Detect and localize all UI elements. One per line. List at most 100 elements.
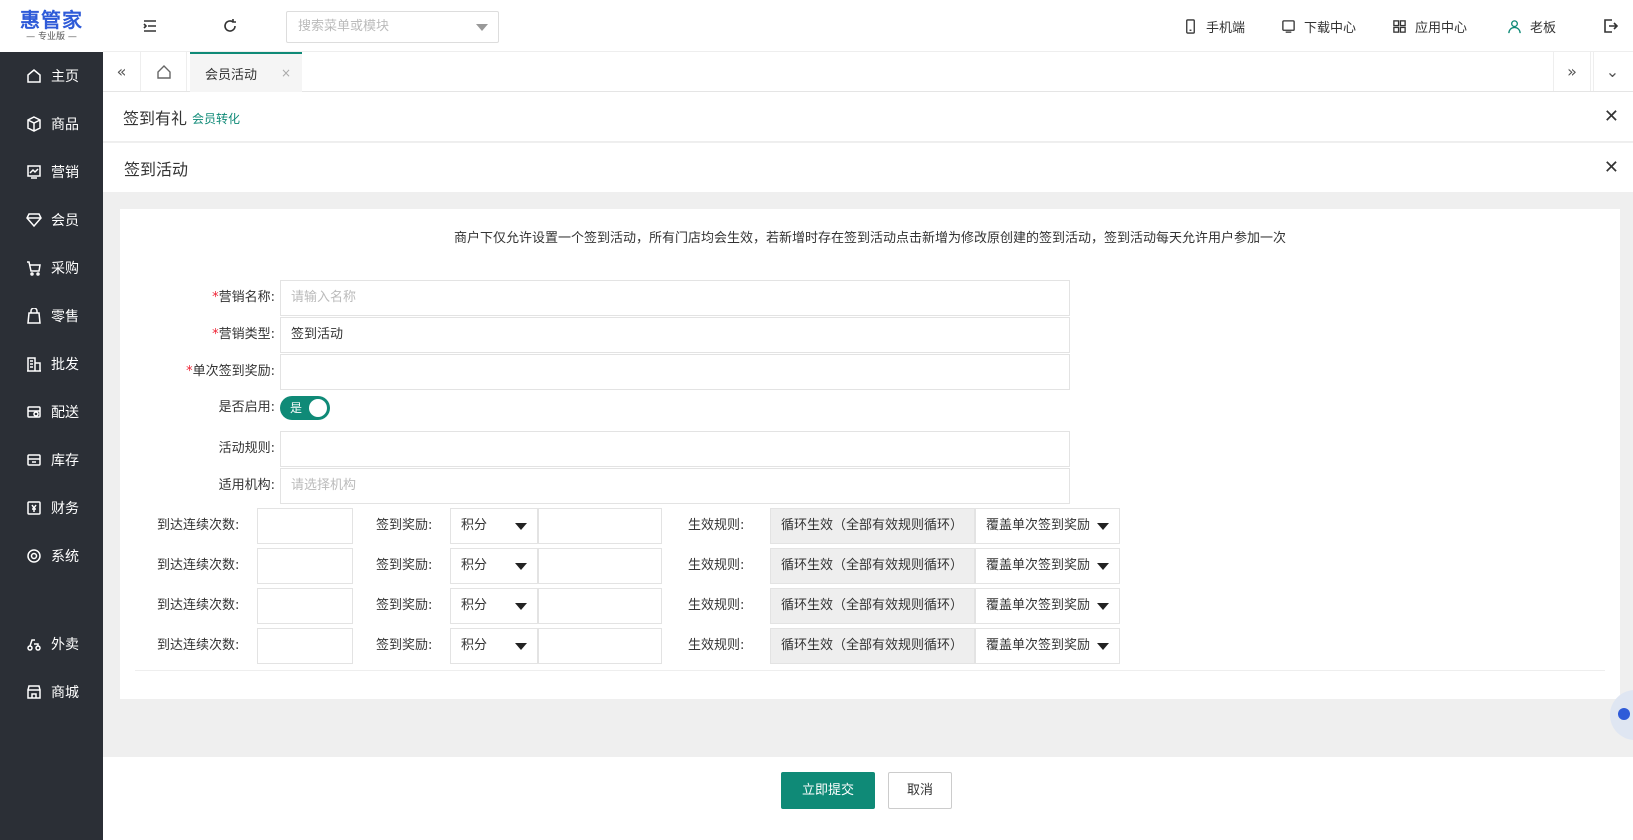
brand-edition: — 专业版 — [26,32,77,42]
close-icon[interactable]: ✕ [1604,157,1619,178]
form-card: 商户下仅允许设置一个签到活动，所有门店均会生效，若新增时存在签到活动点击新增为修… [120,209,1620,699]
sidebar-item-system[interactable]: 系统 [0,532,103,580]
submit-button[interactable]: 立即提交 [781,772,875,809]
user-menu[interactable]: 老板 [1507,16,1556,36]
sidebar-item-label: 配送 [51,405,79,421]
logo[interactable]: 惠管家 — 专业版 — [0,0,103,52]
sidebar-item-inventory[interactable]: 库存 [0,436,103,484]
reward-row: 到达连续次数: 签到奖励: 积分 生效规则: 循环生效（全部有效规则循环） 覆盖… [120,506,1620,546]
sidebar-item-home[interactable]: 主页 [0,52,103,100]
search-placeholder: 搜索菜单或模块 [298,19,390,34]
user-avatar-icon [1508,19,1521,33]
settings-icon [25,547,43,565]
tab-member-activity[interactable]: 会员活动 × [190,52,302,92]
sidebar-item-finance[interactable]: 财务 [0,484,103,532]
toggle-knob [309,399,327,417]
chevron-down-icon [1097,523,1109,530]
reward-mode-value: 覆盖单次签到奖励 [986,558,1091,573]
apps-label: 应用中心 [1415,20,1468,36]
sidebar-item-store[interactable]: 商城 [0,668,103,716]
reward-type-select[interactable]: 积分 [450,588,538,624]
content-area: 签到有礼 会员转化 ✕ 签到活动 ✕ 商户下仅允许设置一个签到活动，所有门店均会… [103,92,1633,840]
toggle-text: 是 [290,401,303,415]
effect-rule-display: 循环生效（全部有效规则循环） [770,628,975,664]
tab-label: 会员活动 [205,67,258,83]
reward-row: 到达连续次数: 签到奖励: 积分 生效规则: 循环生效（全部有效规则循环） 覆盖… [120,546,1620,586]
rules-input[interactable] [280,431,1070,467]
effect-label: 生效规则: [688,558,745,573]
sidebar-item-delivery[interactable]: 配送 [0,388,103,436]
search-input[interactable]: 搜索菜单或模块 [286,11,499,43]
apps-icon [1393,19,1406,33]
chevron-down-icon [515,563,527,570]
single-reward-input[interactable] [280,354,1070,390]
reward-mode-select[interactable]: 覆盖单次签到奖励 [975,628,1120,664]
reward-type-select[interactable]: 积分 [450,548,538,584]
reward-type-value: 积分 [461,558,488,573]
tabs-scroll-left-icon[interactable]: « [103,52,141,91]
sidebar-item-member[interactable]: 会员 [0,196,103,244]
reward-label: 签到奖励: [376,598,433,613]
sidebar-item-wholesale[interactable]: 批发 [0,340,103,388]
days-input[interactable] [257,588,353,624]
tabs-scroll-right-icon[interactable]: » [1553,52,1591,91]
sidebar-item-takeout[interactable]: 外卖 [0,620,103,668]
type-input[interactable]: 签到活动 [280,317,1070,353]
sidebar-item-marketing[interactable]: 营销 [0,148,103,196]
form-row-type: *营销类型: 签到活动 [120,317,1120,353]
reward-row: 到达连续次数: 签到奖励: 积分 生效规则: 循环生效（全部有效规则循环） 覆盖… [120,586,1620,626]
reward-label: 签到奖励: [376,638,433,653]
chevron-down-icon [1097,603,1109,610]
days-input[interactable] [257,628,353,664]
sidebar-item-purchase[interactable]: 采购 [0,244,103,292]
form-row-rules: 活动规则: [120,431,1120,467]
menu-collapse-icon[interactable] [140,16,160,36]
form-row-reward: *单次签到奖励: [120,354,1120,390]
app-center-link[interactable]: 应用中心 [1392,16,1467,36]
sidebar-item-retail[interactable]: 零售 [0,292,103,340]
enabled-toggle[interactable]: 是 [280,396,330,420]
sidebar-item-label: 商品 [51,117,79,133]
refresh-icon[interactable] [220,16,240,36]
monitor-icon [1282,19,1295,33]
tab-close-icon[interactable]: × [281,66,291,80]
mobile-link[interactable]: 手机端 [1183,16,1245,36]
sidebar-item-label: 系统 [51,549,79,565]
field-label: 适用机构: [218,478,275,493]
takeout-icon [25,635,43,653]
store-icon [25,683,43,701]
chart-icon [25,163,43,181]
tabs-menu-chevron-icon[interactable]: ⌄ [1593,52,1631,91]
reward-amount-input[interactable] [538,508,662,544]
sidebar-nav: 主页 商品 营销 会员 采购 零售 批发 配送 库存 财务 系统 外卖 商城 [0,52,103,716]
building-icon [25,355,43,373]
name-input[interactable]: 请输入名称 [280,280,1070,316]
sidebar-item-label: 营销 [51,165,79,181]
reward-amount-input[interactable] [538,628,662,664]
effect-label: 生效规则: [688,598,745,613]
cancel-button[interactable]: 取消 [888,772,952,809]
sidebar-item-goods[interactable]: 商品 [0,100,103,148]
download-center-link[interactable]: 下载中心 [1281,16,1356,36]
logout-icon[interactable] [1600,16,1620,36]
org-select[interactable]: 请选择机构 [280,468,1070,504]
reward-type-select[interactable]: 积分 [450,628,538,664]
home-tab-icon[interactable] [141,52,187,91]
reward-type-select[interactable]: 积分 [450,508,538,544]
finance-icon [25,499,43,517]
cart-icon [25,259,43,277]
chevron-down-icon [476,24,488,31]
reward-mode-select[interactable]: 覆盖单次签到奖励 [975,588,1120,624]
chevron-down-icon [515,523,527,530]
close-icon[interactable]: ✕ [1604,106,1619,127]
effect-rule-display: 循环生效（全部有效规则循环） [770,508,975,544]
reward-amount-input[interactable] [538,588,662,624]
sidebar-item-label: 零售 [51,309,79,325]
field-label: *营销名称: [120,280,275,316]
effect-label: 生效规则: [688,518,745,533]
reward-mode-select[interactable]: 覆盖单次签到奖励 [975,508,1120,544]
days-input[interactable] [257,548,353,584]
days-input[interactable] [257,508,353,544]
reward-amount-input[interactable] [538,548,662,584]
reward-mode-select[interactable]: 覆盖单次签到奖励 [975,548,1120,584]
